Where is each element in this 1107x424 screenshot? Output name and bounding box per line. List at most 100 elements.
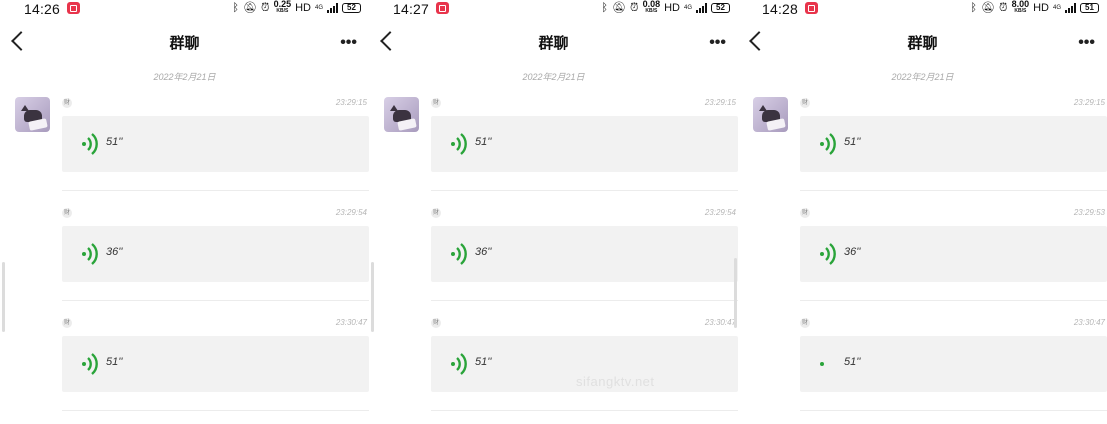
avatar[interactable]	[753, 97, 788, 132]
status-time: 14:28	[762, 1, 799, 17]
chat-header: 群聊 •••	[369, 28, 738, 58]
voice-duration: 36''	[844, 246, 861, 258]
message-time: 23:29:54	[704, 208, 736, 217]
date-label: 2022年2月21日	[522, 72, 585, 82]
network-type: 4G	[314, 5, 323, 11]
voice-message-bubble[interactable]: 51''	[431, 116, 738, 172]
message-time: 23:29:15	[704, 98, 736, 107]
network-speed: 0.25 KB/S	[273, 0, 292, 14]
divider	[431, 300, 738, 301]
voice-icon	[451, 243, 467, 265]
sender-badge: 财	[431, 208, 441, 218]
voice-message-bubble[interactable]: 51''	[62, 116, 369, 172]
alarm-icon: ⏰︎	[629, 2, 639, 14]
status-time: 14:26	[24, 1, 61, 17]
signal-icon	[327, 3, 338, 13]
scrollbar[interactable]	[371, 262, 374, 332]
phone-screen-1: 14:26 ᛒ 🔕︎ ⏰︎ 0.25 KB/S HD 4G 52 群聊 ••• 2…	[0, 0, 369, 424]
voice-duration: 51''	[106, 356, 123, 368]
mute-icon: 🔕︎	[243, 2, 257, 14]
divider	[800, 300, 1107, 301]
voice-duration: 36''	[106, 246, 123, 258]
voice-duration: 51''	[475, 136, 492, 148]
page-title: 群聊	[169, 34, 200, 52]
battery-icon: 52	[711, 3, 730, 13]
voice-icon	[451, 133, 467, 155]
sender-badge: 财	[431, 318, 441, 328]
signal-icon	[696, 3, 707, 13]
voice-icon	[820, 362, 824, 366]
divider	[62, 410, 369, 411]
alarm-icon: ⏰︎	[260, 2, 270, 14]
divider	[800, 410, 1107, 411]
status-bar: 14:27 ᛒ 🔕︎ ⏰︎ 0.08 KB/S HD 4G 52	[369, 0, 738, 18]
message-time: 23:29:15	[335, 98, 367, 107]
scrollbar[interactable]	[2, 262, 5, 332]
network-speed: 8.00 KB/S	[1011, 0, 1030, 14]
watermark: sifangktv.net	[576, 374, 655, 389]
page-title: 群聊	[538, 34, 569, 52]
voice-message-bubble[interactable]: 36''	[800, 226, 1107, 282]
message-time: 23:29:53	[1073, 208, 1105, 217]
battery-icon: 52	[342, 3, 361, 13]
hd-indicator: HD	[1033, 2, 1049, 14]
voice-message-bubble[interactable]: 51''	[800, 116, 1107, 172]
voice-message-bubble[interactable]: 51''	[800, 336, 1107, 392]
date-label: 2022年2月21日	[891, 72, 954, 82]
alarm-icon: ⏰︎	[998, 2, 1008, 14]
more-icon[interactable]: •••	[1078, 34, 1095, 52]
sender-badge: 财	[800, 208, 810, 218]
chat-header: 群聊 •••	[0, 28, 369, 58]
date-label: 2022年2月21日	[153, 72, 216, 82]
message-time: 23:30:47	[704, 318, 736, 327]
phone-screen-2: 14:27 ᛒ 🔕︎ ⏰︎ 0.08 KB/S HD 4G 52 群聊 ••• 2…	[369, 0, 738, 424]
voice-duration: 51''	[844, 356, 861, 368]
voice-icon	[820, 243, 836, 265]
screen-record-icon	[805, 2, 818, 14]
message-time: 23:30:47	[335, 318, 367, 327]
screenshot-strip: 14:26 ᛒ 🔕︎ ⏰︎ 0.25 KB/S HD 4G 52 群聊 ••• 2…	[0, 0, 1107, 424]
voice-icon	[820, 133, 836, 155]
status-bar: 14:28 ᛒ 🔕︎ ⏰︎ 8.00 KB/S HD 4G 51	[738, 0, 1107, 18]
voice-icon	[82, 133, 98, 155]
bluetooth-icon: ᛒ	[601, 2, 608, 14]
network-type: 4G	[1052, 5, 1061, 11]
voice-icon	[82, 243, 98, 265]
sender-badge: 财	[62, 318, 72, 328]
sender-badge: 财	[62, 208, 72, 218]
divider	[431, 410, 738, 411]
voice-message-bubble[interactable]: 36''	[62, 226, 369, 282]
scrollbar[interactable]	[734, 258, 737, 328]
phone-screen-3: 14:28 ᛒ 🔕︎ ⏰︎ 8.00 KB/S HD 4G 51 群聊 ••• 2…	[738, 0, 1107, 424]
bluetooth-icon: ᛒ	[970, 2, 977, 14]
chat-header: 群聊 •••	[738, 28, 1107, 58]
voice-message-bubble[interactable]: 36''	[431, 226, 738, 282]
voice-duration: 51''	[106, 136, 123, 148]
message-time: 23:30:47	[1073, 318, 1105, 327]
status-icons: ᛒ 🔕︎ ⏰︎ 8.00 KB/S HD 4G 51	[970, 0, 1099, 15]
message-time: 23:29:15	[1073, 98, 1105, 107]
bluetooth-icon: ᛒ	[232, 2, 239, 14]
status-icons: ᛒ 🔕︎ ⏰︎ 0.08 KB/S HD 4G 52	[601, 0, 730, 15]
battery-icon: 51	[1080, 3, 1099, 13]
mute-icon: 🔕︎	[981, 2, 995, 14]
page-title: 群聊	[907, 34, 938, 52]
more-icon[interactable]: •••	[709, 34, 726, 52]
voice-message-bubble[interactable]: 51''	[62, 336, 369, 392]
mute-icon: 🔕︎	[612, 2, 626, 14]
divider	[431, 190, 738, 191]
more-icon[interactable]: •••	[340, 34, 357, 52]
avatar[interactable]	[15, 97, 50, 132]
hd-indicator: HD	[295, 2, 311, 14]
voice-icon	[451, 353, 467, 375]
divider	[800, 190, 1107, 191]
voice-duration: 51''	[475, 356, 492, 368]
screen-record-icon	[436, 2, 449, 14]
screen-record-icon	[67, 2, 80, 14]
voice-icon	[82, 353, 98, 375]
avatar[interactable]	[384, 97, 419, 132]
status-icons: ᛒ 🔕︎ ⏰︎ 0.25 KB/S HD 4G 52	[232, 0, 361, 15]
hd-indicator: HD	[664, 2, 680, 14]
sender-badge: 财	[800, 98, 810, 108]
message-time: 23:29:54	[335, 208, 367, 217]
